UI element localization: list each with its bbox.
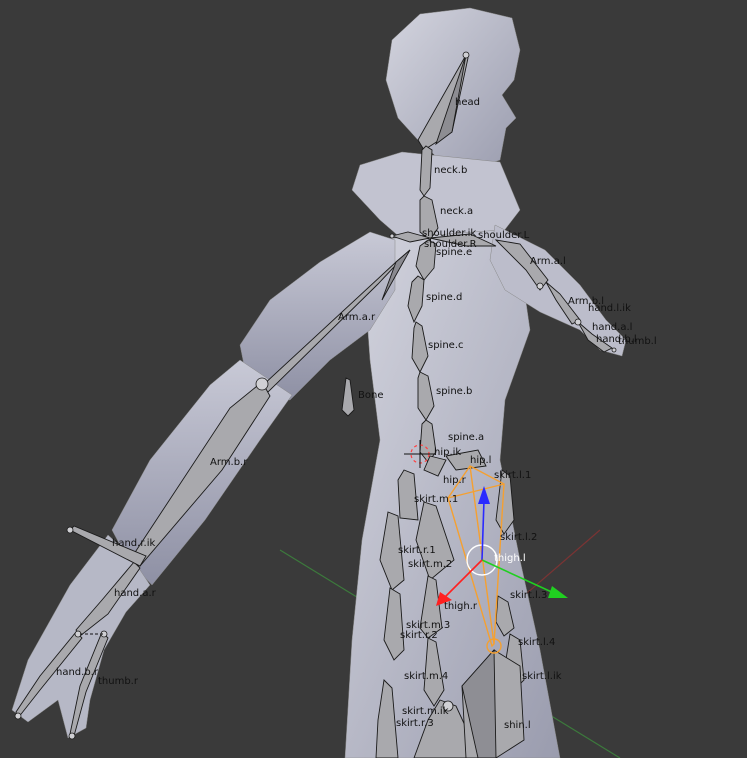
label-arm-b-r: Arm.b.r — [210, 457, 248, 468]
label-arm-a-r: Arm.a.r — [338, 312, 376, 323]
label-spine-e: spine.e — [436, 247, 472, 258]
label-hand-b-r: hand.b.r — [56, 667, 99, 678]
label-thigh-r: thigh.r — [444, 601, 478, 612]
label-hand-a-r: hand.a.r — [114, 588, 157, 599]
label-skirt-l-2: skirt.l.2 — [500, 532, 537, 543]
label-skirt-m-1: skirt.m.1 — [414, 494, 458, 505]
label-hip-r: hip.r — [443, 475, 467, 486]
label-shin-l: shin.l — [504, 720, 531, 731]
label-hand-r-ik: hand.r.ik — [112, 538, 155, 549]
label-thigh-l: thigh.l — [494, 553, 526, 564]
label-arm-a-l: Arm.a.l — [530, 256, 566, 267]
label-skirt-l-1: skirt.l.1 — [494, 470, 531, 481]
label-spine-b: spine.b — [436, 386, 472, 397]
label-hip-l: hip.l — [470, 455, 491, 466]
label-thumb-r: thumb.r — [98, 676, 139, 687]
viewport-canvas[interactable]: head neck.b neck.a shoulder.ik shoulder.… — [0, 0, 747, 758]
label-skirt-r-3: skirt.r.3 — [396, 718, 434, 729]
label-bone: Bone — [358, 390, 383, 401]
label-spine-d: spine.d — [426, 292, 462, 303]
label-hip-ik: hip.ik — [434, 447, 461, 458]
label-shoulder-ik: shoulder.ik — [422, 228, 476, 239]
label-head: head — [455, 97, 480, 108]
label-hand-l-ik: hand.l.ik — [588, 303, 631, 314]
label-skirt-m-ik: skirt.m.ik — [402, 706, 449, 717]
3d-viewport[interactable]: head neck.b neck.a shoulder.ik shoulder.… — [0, 0, 747, 758]
label-skirt-l-3: skirt.l.3 — [510, 590, 547, 601]
bone-bone-shape[interactable] — [341, 377, 355, 417]
label-skirt-m-2: skirt.m.2 — [408, 559, 452, 570]
label-skirt-l-ik: skirt.l.ik — [522, 671, 562, 682]
label-spine-c: spine.c — [428, 340, 464, 351]
label-skirt-m-4: skirt.m.4 — [404, 671, 448, 682]
label-neck-b: neck.b — [434, 165, 467, 176]
label-neck-a: neck.a — [440, 206, 473, 217]
gizmo-y-arrow[interactable] — [548, 586, 568, 598]
label-skirt-r-2: skirt.r.2 — [400, 630, 438, 641]
label-hand-a-l: hand.a.l — [592, 322, 632, 333]
label-skirt-r-1: skirt.r.1 — [398, 545, 436, 556]
label-spine-a: spine.a — [448, 432, 484, 443]
label-skirt-l-4: skirt.l.4 — [518, 637, 555, 648]
label-thumb-l: thumb.l — [618, 336, 657, 347]
label-shoulder-l: shoulder.L — [478, 230, 530, 241]
